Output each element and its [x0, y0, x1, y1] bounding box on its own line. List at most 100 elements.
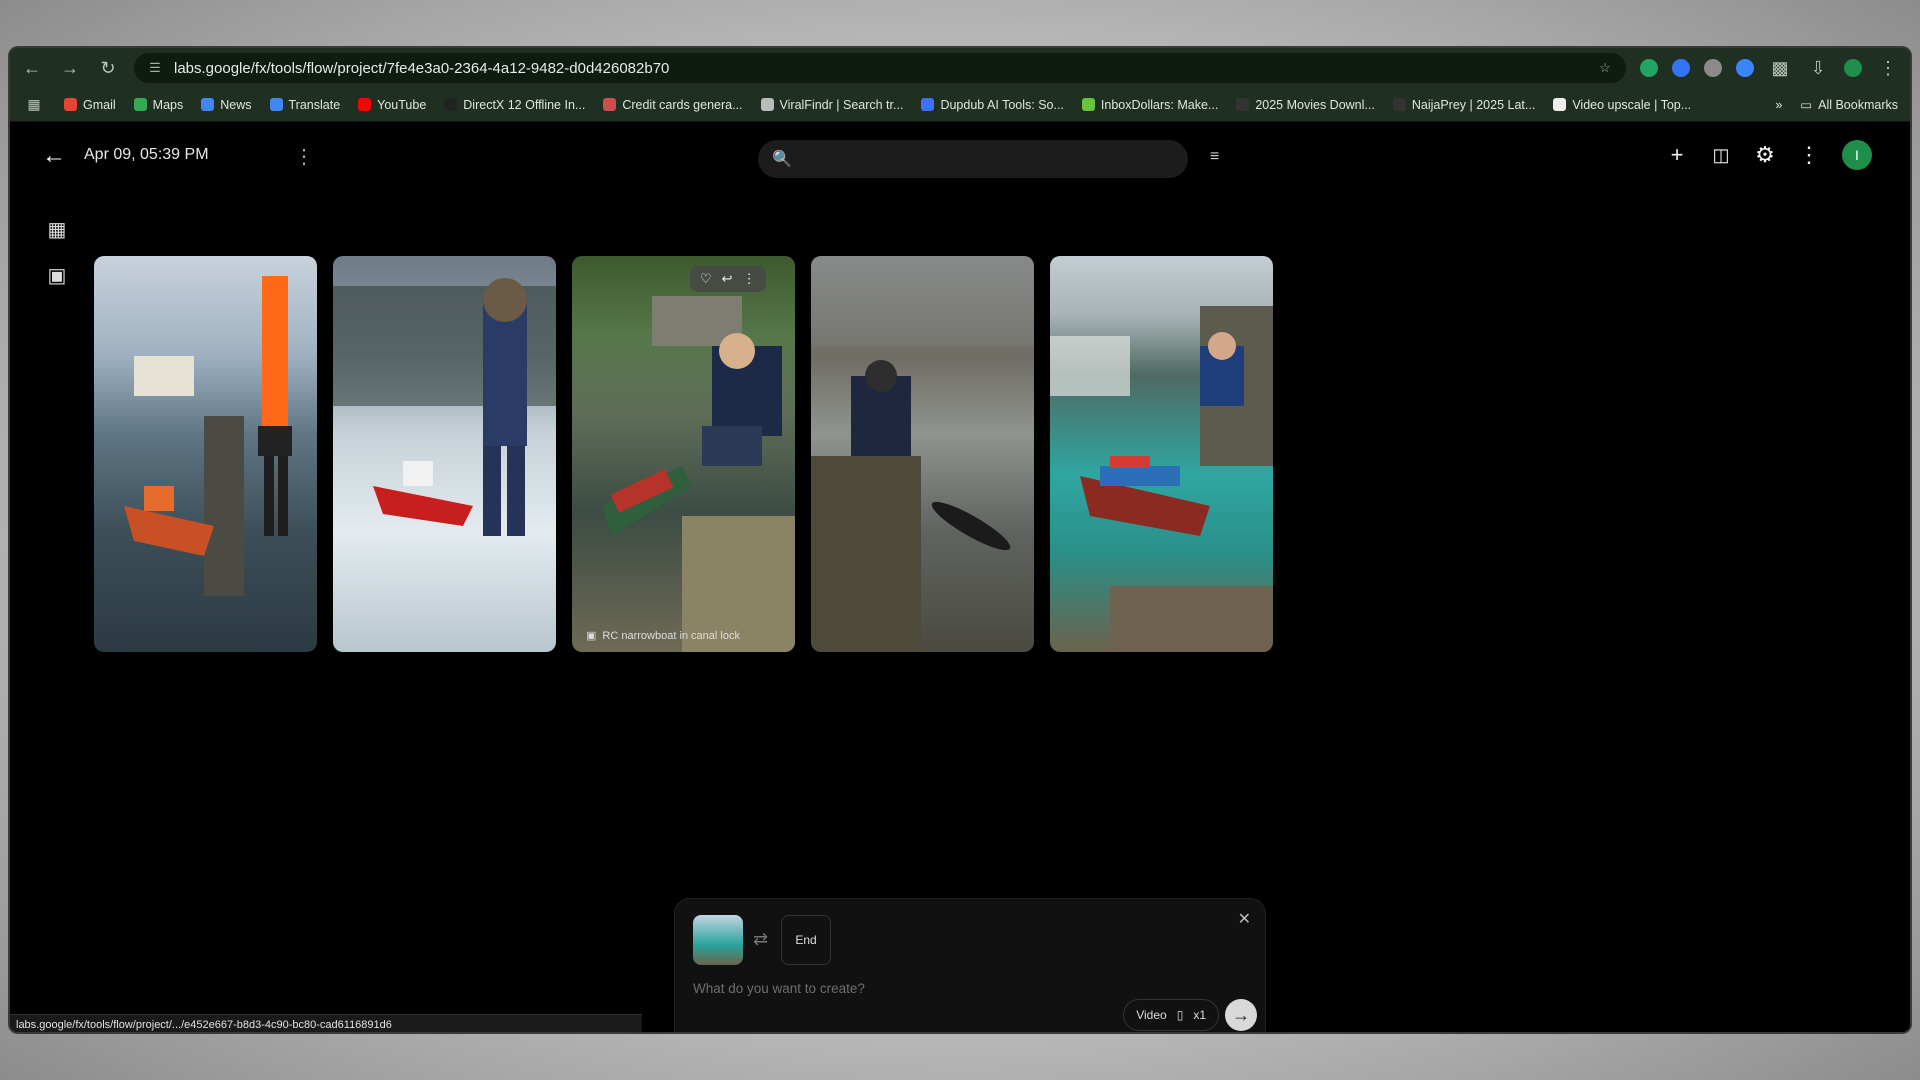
- caption-text: RC narrowboat in canal lock: [602, 629, 740, 642]
- tile-hover-actions: ♡ ↩ ⋮: [690, 266, 766, 292]
- bookmarks-bar: ▦ Gmail Maps News Translate YouTube DirectX 1…: [10, 88, 1910, 122]
- narrowboat-image: [602, 296, 795, 652]
- bookmark-item[interactable]: NaijaPrey | 2025 Lat...: [1392, 98, 1535, 112]
- sidebar: ▦ ▣: [46, 218, 68, 287]
- image-view-icon[interactable]: ▣: [46, 264, 68, 287]
- all-bookmarks-label: All Bookmarks: [1818, 97, 1898, 112]
- bookmark-item[interactable]: Dupdub AI Tools: So...: [921, 97, 1064, 112]
- bookmark-favicon-icon: [269, 98, 283, 111]
- project-menu-icon[interactable]: ⋮: [294, 144, 314, 169]
- filter-icon[interactable]: ≡: [1210, 148, 1219, 166]
- download-icon[interactable]: ⇩: [1806, 56, 1830, 80]
- bookmark-label: Gmail: [83, 97, 116, 112]
- right-toolbar: + ◫ ⚙ ⋮ I: [1666, 140, 1872, 170]
- bookmark-label: Maps: [152, 97, 184, 112]
- bookmark-label: 2025 Movies Downl...: [1255, 97, 1375, 112]
- favorite-icon[interactable]: ♡: [700, 271, 712, 287]
- reload-icon[interactable]: ↻: [96, 56, 120, 80]
- address-bar[interactable]: ☰ labs.google/fx/tools/flow/project/7fe4…: [134, 53, 1626, 83]
- bookmark-label: YouTube: [377, 97, 427, 112]
- close-icon[interactable]: ✕: [1238, 909, 1251, 929]
- search-icon: 🔍: [772, 151, 792, 168]
- bookmark-item[interactable]: News: [201, 97, 252, 112]
- submarine-image: [811, 256, 1034, 652]
- tugboat-image: [124, 276, 292, 596]
- bookmark-label: News: [220, 97, 252, 112]
- more-bookmarks-icon[interactable]: »: [1775, 98, 1782, 112]
- bookmark-label: ViralFindr | Search tr...: [779, 97, 904, 112]
- mode-selector[interactable]: Video ▯ x1: [1123, 999, 1219, 1031]
- media-tile-2[interactable]: [333, 256, 556, 652]
- status-bar: labs.google/fx/tools/flow/project/.../e4…: [10, 1014, 642, 1032]
- mode-label: Video: [1136, 1008, 1167, 1022]
- avatar[interactable]: I: [1842, 140, 1872, 170]
- extension-icon[interactable]: [1704, 59, 1722, 77]
- puzzle-icon[interactable]: ▩: [1768, 56, 1792, 80]
- extensions: ▩ ⇩ ⋮: [1640, 56, 1900, 80]
- bookmark-item[interactable]: Video upscale | Top...: [1553, 98, 1691, 112]
- bookmark-item[interactable]: InboxDollars: Make...: [1081, 97, 1219, 112]
- tile-more-icon[interactable]: ⋮: [743, 271, 756, 287]
- top-bar: ← Apr 09, 05:39 PM ⋮ 🔍 ≡ + ◫ ⚙ ⋮ I: [10, 122, 1910, 192]
- folder-icon: ▭: [1800, 98, 1813, 112]
- bookmark-item[interactable]: 2025 Movies Downl...: [1236, 98, 1375, 112]
- bookmark-favicon-icon: [358, 98, 372, 111]
- bookmark-item[interactable]: ViralFindr | Search tr...: [760, 97, 904, 112]
- bookmark-item[interactable]: Maps: [133, 97, 184, 112]
- media-grid: ♡ ↩ ⋮ ▣ RC narrowboat in canal lock: [94, 256, 1273, 652]
- media-tile-5[interactable]: [1050, 256, 1273, 652]
- all-bookmarks-button[interactable]: ▭ All Bookmarks: [1800, 97, 1898, 113]
- search-input[interactable]: 🔍: [758, 140, 1188, 178]
- bookmark-favicon-icon: [921, 98, 935, 111]
- extension-icon[interactable]: [1672, 59, 1690, 77]
- bookmark-label: InboxDollars: Make...: [1100, 97, 1219, 112]
- browser-window: ← → ↻ ☰ labs.google/fx/tools/flow/projec…: [8, 46, 1912, 1034]
- count-label: x1: [1193, 1008, 1206, 1022]
- back-arrow-icon[interactable]: ←: [40, 142, 68, 170]
- film-icon[interactable]: ◫: [1710, 144, 1732, 166]
- add-icon[interactable]: +: [1666, 142, 1688, 167]
- settings-gear-icon[interactable]: ⚙: [1754, 142, 1776, 167]
- media-tile-4[interactable]: [811, 256, 1034, 652]
- end-frame-button[interactable]: End: [781, 915, 831, 965]
- bookmark-favicon-icon: [1236, 98, 1250, 111]
- page-title: Apr 09, 05:39 PM: [84, 146, 209, 163]
- url-text[interactable]: labs.google/fx/tools/flow/project/7fe4e3…: [174, 60, 1586, 77]
- reuse-icon[interactable]: ↩: [722, 271, 733, 287]
- swap-icon[interactable]: ⇄: [753, 929, 768, 950]
- tile-caption: ▣ RC narrowboat in canal lock: [586, 629, 740, 643]
- bookmark-favicon-icon: [1553, 98, 1567, 111]
- forward-icon[interactable]: →: [58, 56, 82, 80]
- grid-view-icon[interactable]: ▦: [46, 218, 68, 241]
- site-info-icon[interactable]: ☰: [146, 59, 164, 77]
- aspect-icon: ▯: [1176, 1008, 1184, 1022]
- bookmark-label: Dupdub AI Tools: So...: [940, 97, 1064, 112]
- media-tile-1[interactable]: [94, 256, 317, 652]
- image-type-icon: ▣: [586, 630, 597, 642]
- browser-menu-icon[interactable]: ⋮: [1876, 56, 1900, 80]
- bookmark-item[interactable]: Gmail: [64, 98, 116, 112]
- bookmark-star-icon[interactable]: ☆: [1596, 59, 1614, 77]
- bookmark-item[interactable]: Translate: [269, 98, 340, 112]
- extension-icon[interactable]: [1736, 59, 1754, 77]
- bookmark-item[interactable]: DirectX 12 Offline In...: [444, 98, 585, 112]
- media-tile-3[interactable]: ♡ ↩ ⋮ ▣ RC narrowboat in canal lock: [572, 256, 795, 652]
- bookmark-item[interactable]: YouTube: [358, 98, 426, 112]
- flow-app: ← Apr 09, 05:39 PM ⋮ 🔍 ≡ + ◫ ⚙ ⋮ I ▦ ▣ ♡…: [10, 122, 1910, 1032]
- profile-avatar[interactable]: [1844, 59, 1862, 77]
- bookmark-favicon-icon: [133, 98, 147, 111]
- bookmark-favicon-icon: [1081, 98, 1095, 111]
- container-ship-image: [1050, 306, 1273, 652]
- start-frame-thumbnail[interactable]: [693, 915, 743, 965]
- back-icon[interactable]: ←: [20, 56, 44, 80]
- bookmark-item[interactable]: Credit cards genera...: [603, 98, 743, 112]
- bookmark-favicon-icon: [64, 98, 77, 111]
- send-button[interactable]: →: [1225, 999, 1257, 1031]
- bookmark-favicon-icon: [201, 98, 215, 111]
- apps-grid-icon[interactable]: ▦: [22, 93, 46, 117]
- create-composer: ⇄ End ✕ What do you want to create? Vide…: [674, 898, 1266, 1032]
- prompt-input[interactable]: What do you want to create?: [693, 981, 865, 996]
- extension-icon[interactable]: [1640, 59, 1658, 77]
- bookmark-favicon-icon: [1392, 98, 1406, 111]
- more-menu-icon[interactable]: ⋮: [1798, 142, 1820, 167]
